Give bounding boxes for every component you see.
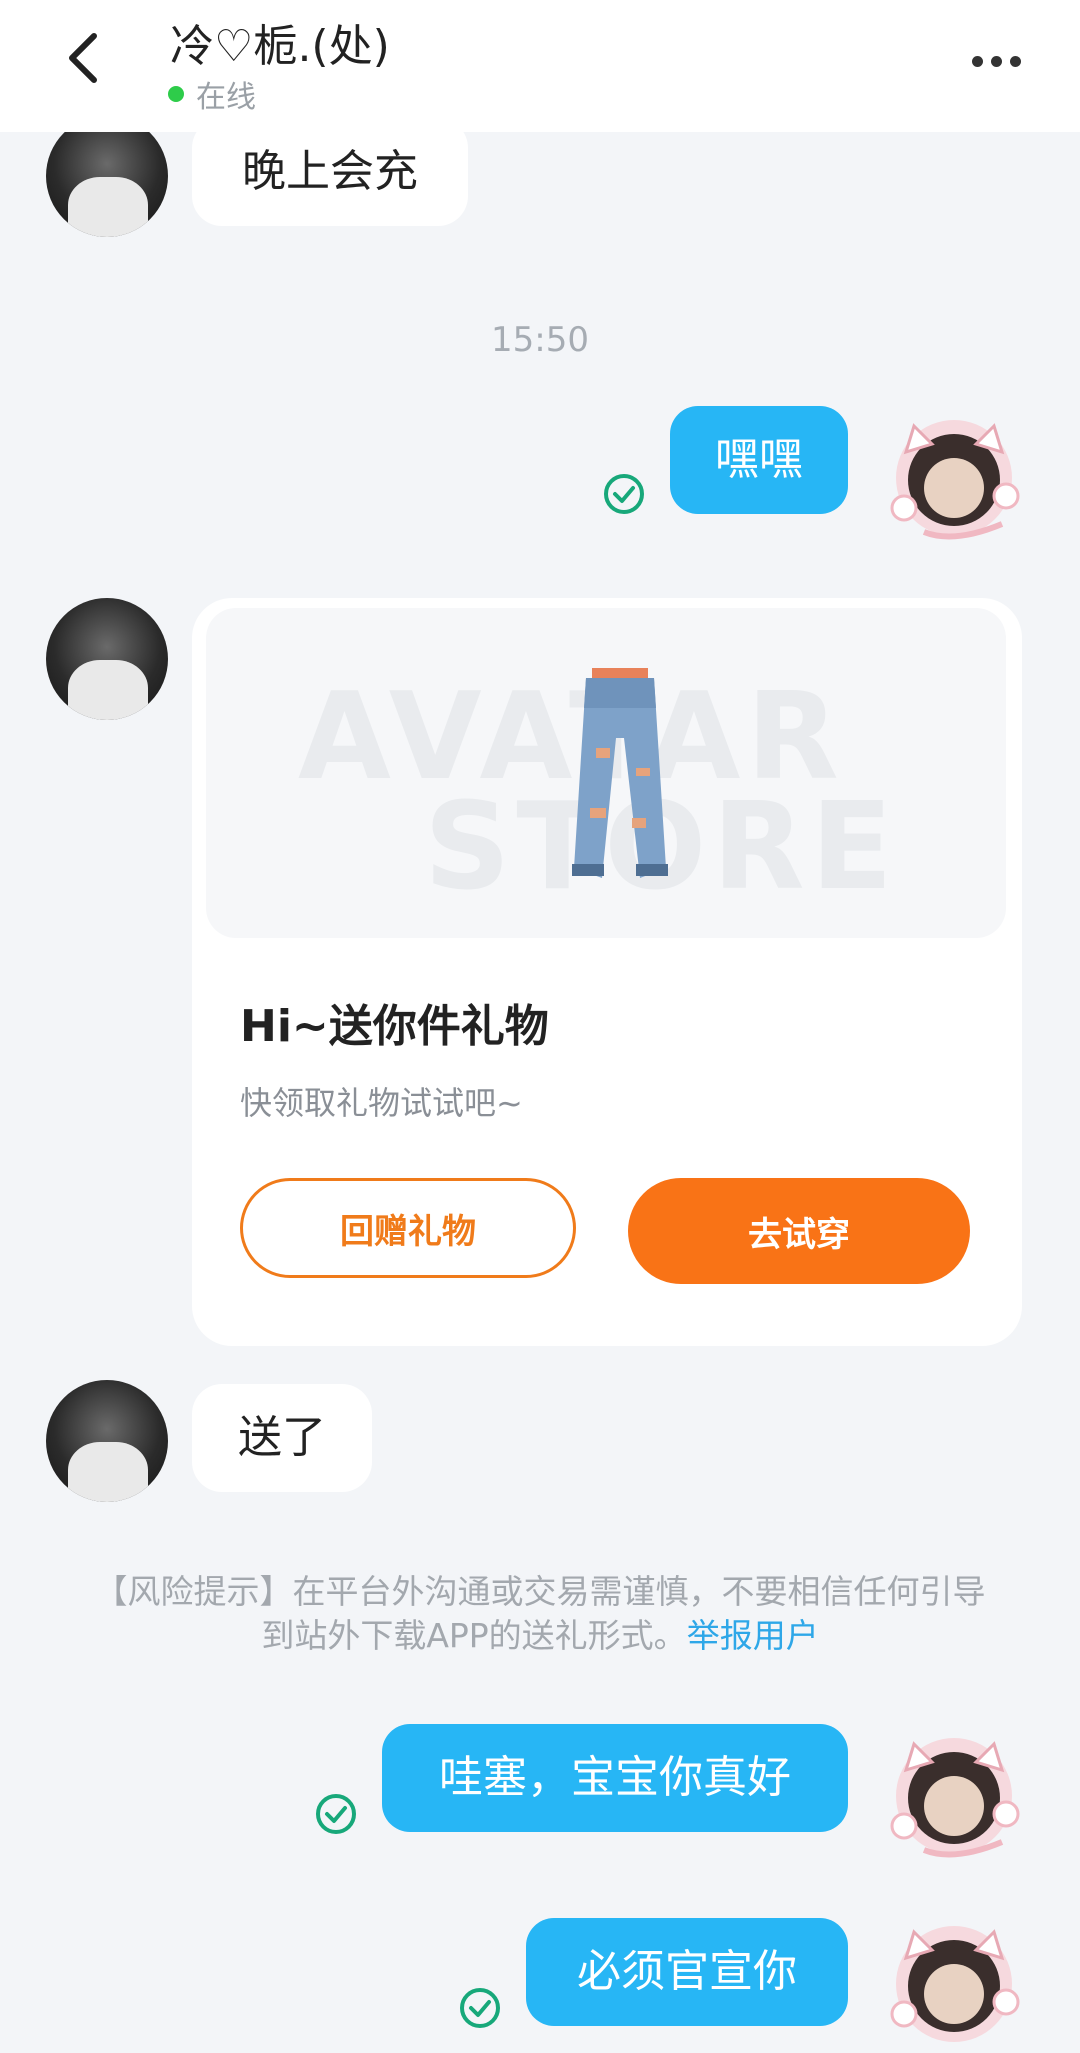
contact-avatar[interactable] (46, 115, 168, 237)
more-dot-icon (971, 55, 983, 67)
risk-notice-text: 【风险提示】在平台外沟通或交易需谨慎，不要相信任何引导到站外下载APP的送礼形式… (94, 1572, 986, 1655)
online-status-label: 在线 (196, 80, 256, 115)
gift-card[interactable]: AVATAR STORE Hi~送你件礼物 快领取礼物试试吧~ 回赠礼物 去试穿 (192, 598, 1022, 1346)
avatar-frame (890, 420, 1020, 540)
return-gift-button[interactable]: 回赠礼物 (240, 1178, 576, 1278)
user-avatar[interactable] (884, 1722, 1024, 1862)
avatar-frame (890, 1926, 1020, 2042)
contact-avatar[interactable] (46, 598, 168, 720)
chevron-left-icon (69, 33, 97, 83)
report-user-link[interactable]: 举报用户 (687, 1616, 819, 1655)
incoming-message-bubble[interactable]: 送了 (192, 1384, 372, 1492)
contact-name: 冷♡栀.(处) (170, 21, 390, 72)
more-dot-icon (1009, 55, 1021, 67)
risk-notice: 【风险提示】在平台外沟通或交易需谨慎，不要相信任何引导到站外下载APP的送礼形式… (80, 1570, 1000, 1658)
gift-card-subtitle: 快领取礼物试试吧~ (240, 1084, 523, 1122)
chat-header: 冷♡栀.(处) 在线 (0, 0, 1080, 132)
more-dot-icon (990, 55, 1002, 67)
user-avatar[interactable] (884, 404, 1024, 544)
more-options-button[interactable] (960, 36, 1032, 86)
try-on-button[interactable]: 去试穿 (628, 1178, 970, 1284)
jeans-image (572, 668, 668, 878)
gift-image-area: AVATAR STORE (206, 608, 1006, 938)
avatar-frame (890, 1738, 1020, 1858)
read-check-icon (314, 1792, 358, 1836)
read-check-icon (458, 1986, 502, 2030)
online-dot (168, 86, 184, 102)
outgoing-message-bubble[interactable]: 必须官宣你 (526, 1918, 848, 2026)
incoming-message-bubble[interactable]: 晚上会充 (192, 118, 468, 226)
online-status: 在线 (168, 72, 256, 116)
user-avatar[interactable] (884, 1910, 1024, 2050)
outgoing-message-bubble[interactable]: 哇塞，宝宝你真好 (382, 1724, 848, 1832)
read-check-icon (602, 472, 646, 516)
timestamp: 15:50 (491, 320, 589, 360)
back-button[interactable] (48, 22, 120, 94)
contact-avatar[interactable] (46, 1380, 168, 1502)
gift-card-title: Hi~送你件礼物 (240, 1001, 549, 1052)
outgoing-message-bubble[interactable]: 嘿嘿 (670, 406, 848, 514)
